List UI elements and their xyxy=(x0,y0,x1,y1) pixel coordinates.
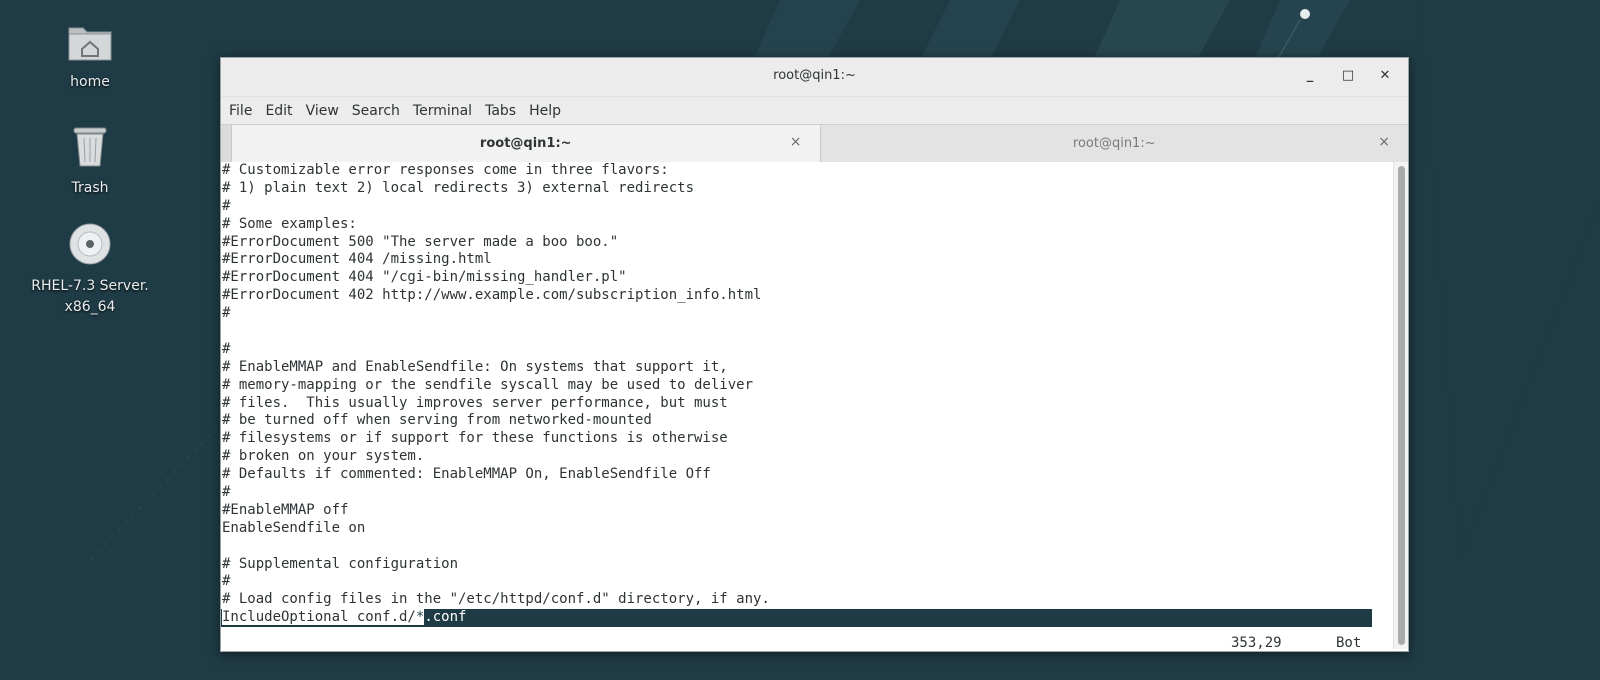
menu-file[interactable]: File xyxy=(229,103,252,119)
desktop-icon-label: RHEL-7.3 Server. xyxy=(31,278,149,294)
optical-disc-icon xyxy=(30,222,150,270)
terminal-line: # Supplemental configuration xyxy=(222,555,459,572)
terminal-line: #ErrorDocument 402 http://www.example.co… xyxy=(222,287,762,304)
tab-close-icon[interactable]: × xyxy=(1378,134,1390,150)
tab-terminal-1[interactable]: root@qin1:~ × xyxy=(231,125,821,162)
terminal-line: # EnableMMAP and EnableSendfile: On syst… xyxy=(222,358,728,375)
current-line-suffix: .conf xyxy=(424,609,467,626)
terminal-line: #ErrorDocument 404 "/cgi-bin/missing_han… xyxy=(222,269,627,286)
terminal-line: # be turned off when serving from networ… xyxy=(222,412,652,429)
terminal-line: #EnableMMAP off xyxy=(222,501,349,518)
desktop-icon-home[interactable]: home xyxy=(30,22,150,93)
terminal-window: root@qin1:~ _ □ ✕ File Edit View Search … xyxy=(220,57,1409,652)
terminal-line: # Defaults if commented: EnableMMAP On, … xyxy=(222,466,711,483)
terminal-content[interactable]: # Customizable error responses come in t… xyxy=(221,162,1393,652)
menu-bar: File Edit View Search Terminal Tabs Help xyxy=(221,97,1408,124)
terminal-line: # xyxy=(222,340,231,357)
menu-help[interactable]: Help xyxy=(529,103,561,119)
terminal-current-line: IncludeOptional conf.d/*.conf xyxy=(221,609,1372,628)
terminal-line: # 1) plain text 2) local redirects 3) ex… xyxy=(222,179,695,196)
home-folder-icon xyxy=(30,22,150,66)
terminal-scrollbar[interactable] xyxy=(1393,162,1408,649)
terminal-line: # xyxy=(222,573,231,590)
desktop-icon-trash[interactable]: Trash xyxy=(30,124,150,199)
terminal-line: # xyxy=(222,197,231,214)
terminal-line: EnableSendfile on xyxy=(222,519,366,536)
terminal-line: #ErrorDocument 404 /missing.html xyxy=(222,251,492,268)
terminal-line: # broken on your system. xyxy=(222,448,425,465)
tab-terminal-2[interactable]: root@qin1:~ × xyxy=(820,125,1408,162)
desktop-icon-label: home xyxy=(70,74,110,90)
tab-label: root@qin1:~ xyxy=(479,136,572,151)
terminal-line: # filesystems or if support for these fu… xyxy=(222,430,728,447)
trash-icon xyxy=(30,124,150,172)
desktop-icon-label: Trash xyxy=(71,180,109,196)
terminal-line: # Some examples: xyxy=(222,215,357,232)
tab-label: root@qin1:~ xyxy=(1072,136,1156,151)
terminal-line: # xyxy=(222,484,231,501)
minimize-button[interactable]: _ xyxy=(1301,67,1319,85)
terminal-line: # files. This usually improves server pe… xyxy=(222,394,728,411)
current-line-prefix: IncludeOptional conf.d/ xyxy=(222,609,416,626)
terminal-line: # xyxy=(222,305,231,322)
scroll-percent: Bot xyxy=(1336,635,1362,651)
window-title: root@qin1:~ xyxy=(773,68,856,83)
menu-view[interactable]: View xyxy=(306,103,339,119)
desktop-icon-rhel-disc[interactable]: RHEL-7.3 Server. x86_64 xyxy=(30,222,150,318)
menu-search[interactable]: Search xyxy=(352,103,400,119)
cursor-position: 353,29 xyxy=(1231,635,1282,651)
terminal-line: # Customizable error responses come in t… xyxy=(222,162,669,178)
menu-terminal[interactable]: Terminal xyxy=(413,103,472,119)
menu-tabs[interactable]: Tabs xyxy=(485,103,516,119)
terminal-line: # Load config files in the "/etc/httpd/c… xyxy=(222,591,770,608)
editor-status-line: 353,29 Bot xyxy=(221,634,1393,652)
terminal-line: #ErrorDocument 500 "The server made a bo… xyxy=(222,233,619,250)
window-titlebar[interactable]: root@qin1:~ _ □ ✕ xyxy=(221,58,1408,97)
terminal-line: # memory-mapping or the sendfile syscall… xyxy=(222,376,754,393)
tab-bar: root@qin1:~ × root@qin1:~ × xyxy=(221,124,1408,163)
close-button[interactable]: ✕ xyxy=(1376,67,1394,85)
scrollbar-thumb[interactable] xyxy=(1398,166,1405,645)
tab-close-icon[interactable]: × xyxy=(790,134,802,150)
menu-edit[interactable]: Edit xyxy=(265,103,292,119)
maximize-button[interactable]: □ xyxy=(1339,67,1357,85)
desktop-icon-label-line2: x86_64 xyxy=(64,299,116,315)
